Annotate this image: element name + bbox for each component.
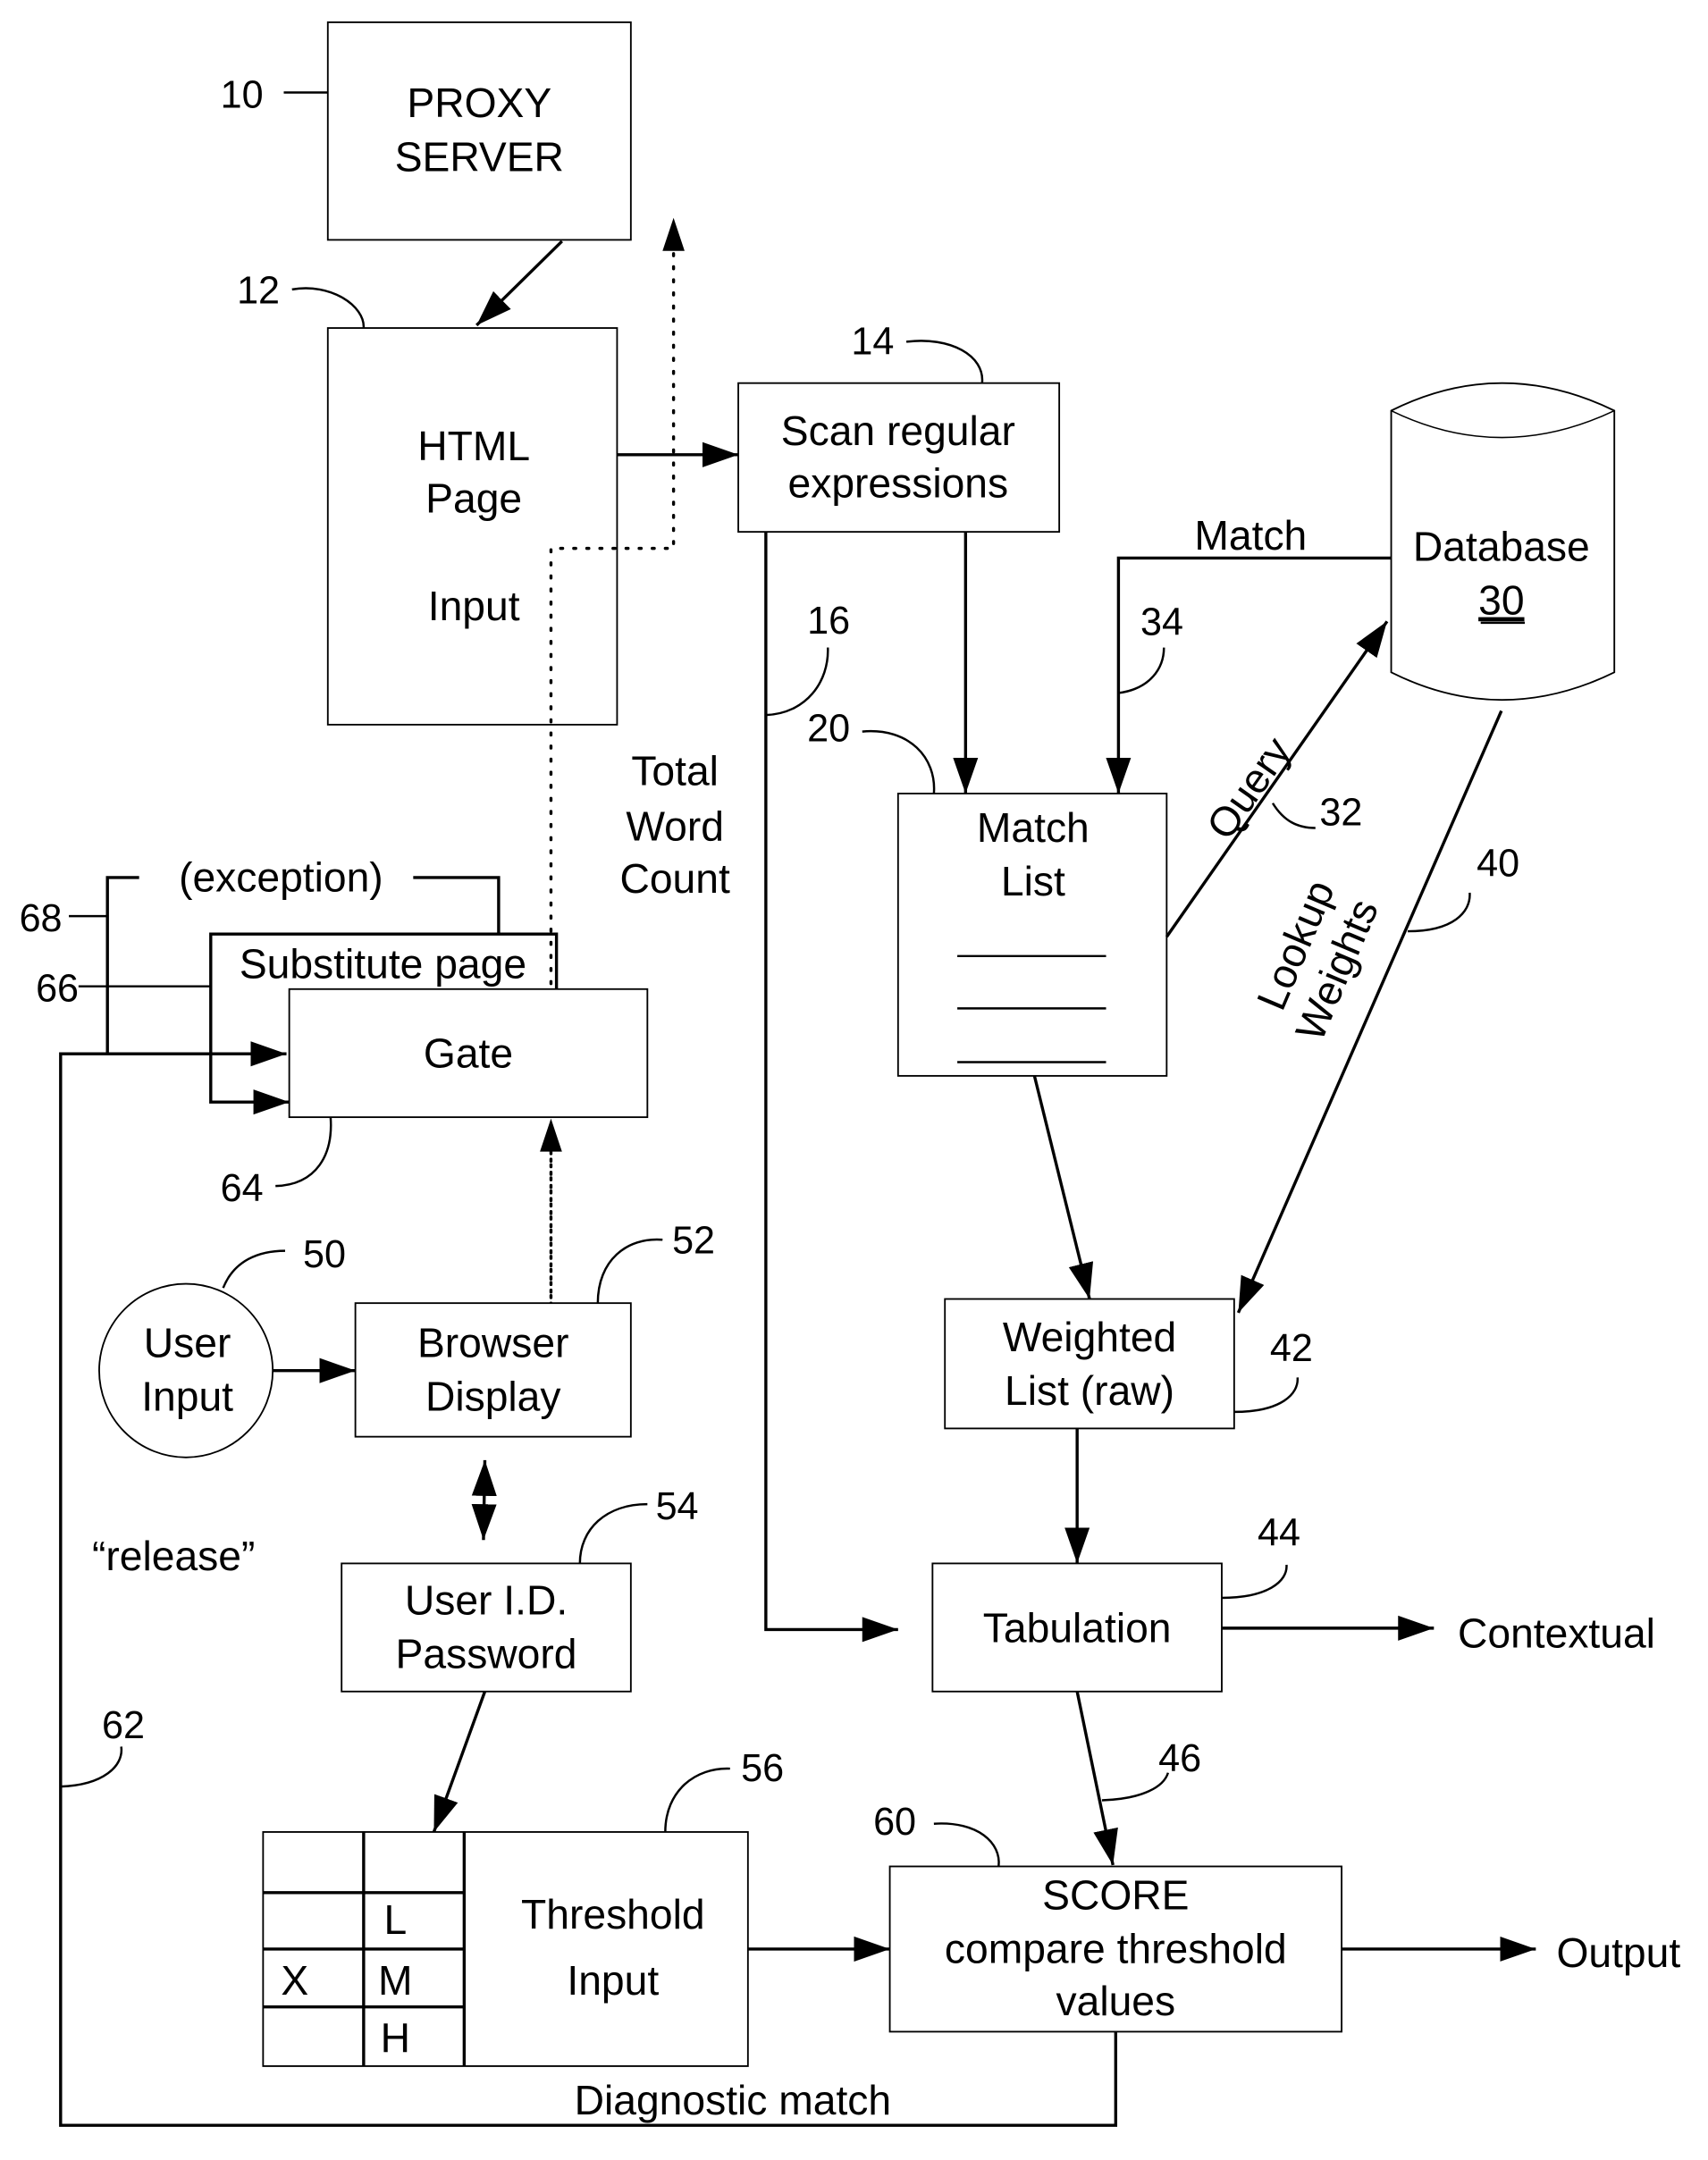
html-page-node: HTML Page Input 12	[237, 269, 618, 726]
tabulation-node: Tabulation 44	[931, 1511, 1300, 1693]
scan-regular-expressions-node: Scan regular expressions 14	[737, 320, 1061, 534]
ref-16: 16	[807, 600, 850, 643]
threshold-line1: Threshold	[521, 1891, 705, 1937]
score-line1: SCORE	[1042, 1871, 1189, 1918]
ref-10: 10	[221, 73, 264, 116]
user-input-line1: User	[144, 1319, 231, 1366]
gate-label: Gate	[424, 1030, 513, 1077]
ref-44: 44	[1258, 1511, 1300, 1554]
threshold-cell-L: L	[383, 1896, 407, 1943]
ref-42: 42	[1270, 1327, 1313, 1370]
ref-66: 66	[36, 968, 79, 1011]
output-label: Output	[1556, 1929, 1680, 1976]
weighted-list-node: Weighted List (raw) 42	[944, 1298, 1313, 1430]
html-line2: Page	[425, 475, 522, 522]
arrow-browser-userid-bidirectional	[471, 1459, 497, 1541]
ref-40: 40	[1477, 842, 1519, 885]
ref-12: 12	[237, 269, 280, 312]
proxy-line1: PROXY	[407, 80, 551, 126]
exception-path	[105, 876, 139, 1055]
user-input-line2: Input	[141, 1373, 233, 1419]
database-node: Database 30	[1390, 382, 1616, 701]
ref-32: 32	[1319, 791, 1362, 834]
diagnostic-match-label: Diagnostic match	[575, 2077, 892, 2123]
ref-68: 68	[20, 897, 63, 940]
threshold-line2: Input	[567, 1957, 659, 2004]
query-label: Query	[1198, 728, 1300, 848]
exception-label: (exception)	[179, 853, 383, 900]
flow-diagram: PROXY SERVER 10 HTML Page Input 12 Total…	[20, 21, 1680, 2127]
userid-line2: Password	[396, 1631, 577, 1677]
arrow-proxy-to-html	[475, 240, 563, 327]
browser-line1: Browser	[417, 1319, 569, 1366]
ref-46: 46	[1158, 1737, 1201, 1780]
matchlist-line1: Match	[977, 804, 1090, 851]
score-line3: values	[1056, 1978, 1176, 2024]
ref-60: 60	[873, 1801, 916, 1844]
substitute-page-label: Substitute page	[240, 940, 526, 987]
release-label: “release”	[92, 1533, 255, 1579]
html-line3: Input	[428, 583, 520, 629]
contextual-label: Contextual	[1458, 1609, 1655, 1656]
userid-line1: User I.D.	[405, 1576, 568, 1623]
ref-14: 14	[851, 320, 894, 363]
html-line1: HTML	[417, 423, 530, 469]
arrow-tabulation-to-score	[1075, 1691, 1118, 1866]
word-count-line3: Count	[619, 855, 729, 902]
arrow-matchlist-to-weighted	[1032, 1075, 1094, 1299]
user-input-node: User Input 50	[98, 1233, 346, 1458]
arrow-userid-to-threshold	[432, 1691, 487, 1833]
tabulation-label: Tabulation	[983, 1604, 1172, 1651]
arrow-scan-to-tabulation	[764, 532, 898, 1643]
ref-56: 56	[741, 1747, 784, 1790]
word-count-line2: Word	[626, 803, 724, 849]
gate-node: Gate 64	[221, 988, 649, 1210]
ref-52: 52	[672, 1220, 715, 1263]
threshold-cell-M: M	[378, 1957, 413, 2004]
weighted-line2: List (raw)	[1005, 1367, 1174, 1414]
threshold-cell-X: X	[281, 1957, 308, 2004]
ref-30: 30	[1478, 577, 1524, 624]
threshold-cell-H: H	[381, 2015, 410, 2062]
score-line2: compare threshold	[945, 1925, 1287, 1971]
threshold-input-node: L X M H Threshold Input 56	[262, 1747, 784, 2067]
scan-line1: Scan regular	[781, 408, 1015, 454]
ref-62: 62	[102, 1704, 145, 1747]
match-list-node: Match List 20	[807, 707, 1168, 1077]
ref-50: 50	[303, 1233, 346, 1276]
arrow-lookup-weights	[1236, 710, 1503, 1314]
weighted-line1: Weighted	[1003, 1314, 1176, 1360]
ref-20: 20	[807, 707, 850, 750]
browser-line2: Display	[425, 1373, 561, 1419]
proxy-server-node: PROXY SERVER 10	[221, 21, 632, 241]
ref-64: 64	[221, 1167, 264, 1210]
browser-display-node: Browser Display 52	[354, 1220, 715, 1438]
user-id-password-node: User I.D. Password 54	[341, 1485, 699, 1693]
database-label: Database	[1413, 523, 1590, 569]
proxy-line2: SERVER	[395, 133, 564, 180]
ref-34: 34	[1140, 601, 1183, 644]
match-label: Match	[1194, 512, 1307, 559]
ref-54: 54	[656, 1485, 699, 1528]
scan-line2: expressions	[788, 460, 1009, 507]
word-count-line1: Total	[631, 748, 719, 794]
matchlist-line2: List	[1001, 858, 1065, 904]
